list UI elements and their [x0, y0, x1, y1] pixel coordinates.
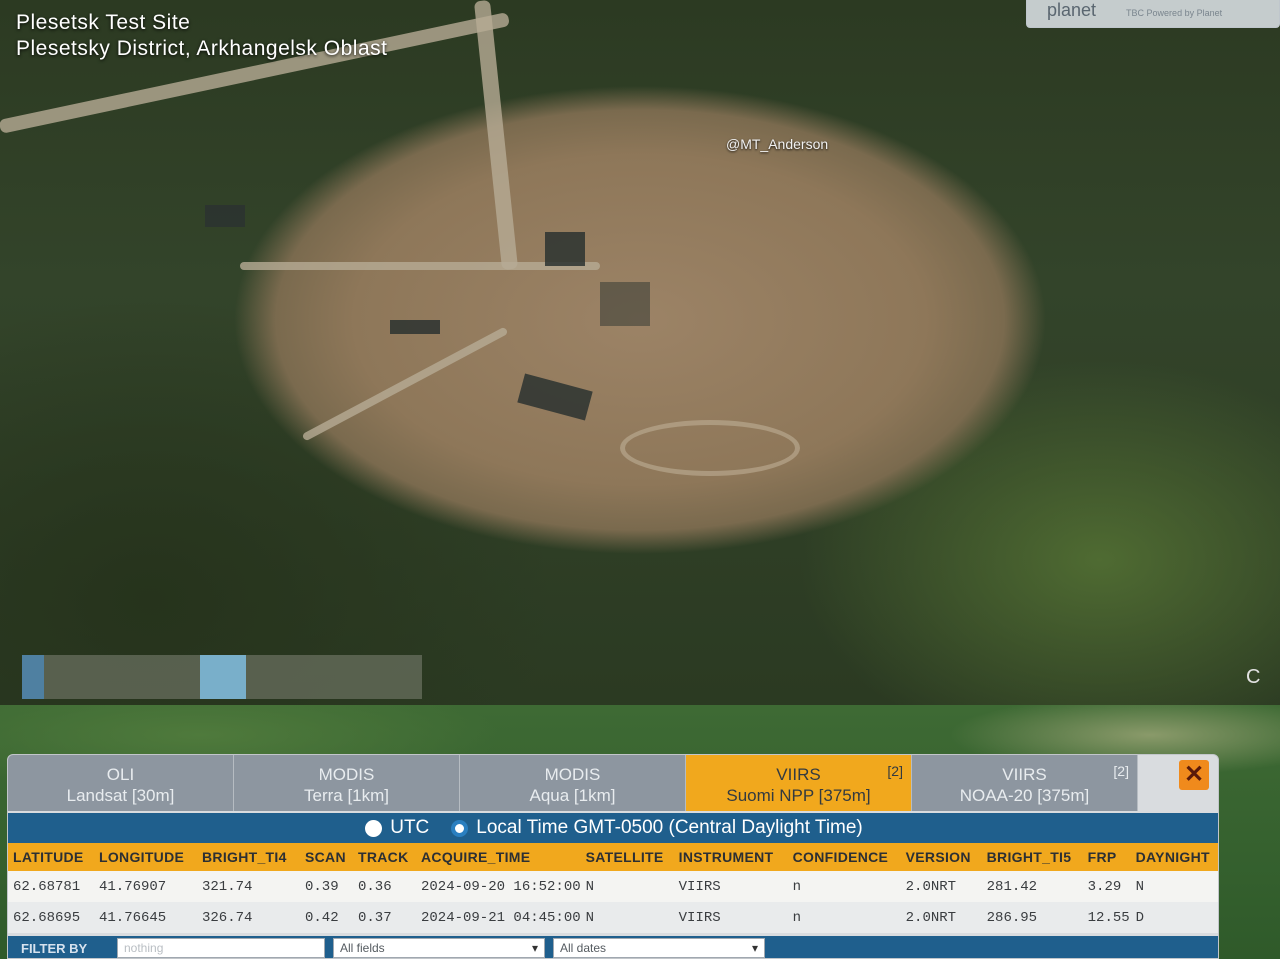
cell-version: 2.0NRT: [900, 902, 982, 933]
filter-label: FILTER BY: [21, 940, 88, 956]
brand-watermark: planet TBC Powered by Planet: [1026, 0, 1280, 28]
tab-subtitle: Suomi NPP [375m]: [726, 786, 871, 805]
fields-select-value: All fields: [340, 941, 385, 955]
tab-subtitle: Aqua [1km]: [529, 786, 616, 805]
brand-name: planet: [1047, 0, 1097, 20]
tab-modis-aqua[interactable]: MODIS Aqua [1km]: [460, 755, 686, 811]
tab-viirs-noaa-20[interactable]: [2] VIIRS NOAA-20 [375m]: [912, 755, 1138, 811]
cell-acquire-time: 2024-09-21 04:45:00: [416, 902, 581, 933]
column-header[interactable]: DAYNIGHT: [1130, 843, 1218, 871]
cell-confidence: n: [787, 902, 901, 933]
utc-label[interactable]: UTC: [390, 817, 429, 839]
tab-modis-terra[interactable]: MODIS Terra [1km]: [234, 755, 460, 811]
local-time-label[interactable]: Local Time GMT-0500 (Central Daylight Ti…: [476, 817, 862, 839]
column-header[interactable]: VERSION: [900, 843, 982, 871]
result-count-badge: [2]: [1113, 763, 1129, 779]
cell-confidence: n: [787, 871, 901, 902]
dirt-road: [301, 326, 509, 442]
cell-satellite: N: [580, 871, 674, 902]
tab-oli-landsat[interactable]: OLI Landsat [30m]: [8, 755, 234, 811]
column-header[interactable]: INSTRUMENT: [673, 843, 788, 871]
cell-acquire-time: 2024-09-20 16:52:00: [416, 871, 581, 902]
cell-longitude: 41.76645: [94, 902, 197, 933]
cell-longitude: 41.76907: [94, 871, 197, 902]
table-header-row: LATITUDE LONGITUDE BRIGHT_TI4 SCAN TRACK…: [8, 843, 1218, 871]
column-header[interactable]: SATELLITE: [580, 843, 674, 871]
cell-daynight: D: [1130, 902, 1218, 933]
fire-data-table: LATITUDE LONGITUDE BRIGHT_TI4 SCAN TRACK…: [8, 843, 1218, 933]
satellite-image[interactable]: Plesetsk Test Site Plesetsky District, A…: [0, 0, 1280, 705]
tab-title: VIIRS: [1002, 765, 1047, 784]
column-header[interactable]: FRP: [1082, 843, 1131, 871]
cell-scan: 0.39: [300, 871, 353, 902]
filter-input[interactable]: nothing: [117, 938, 325, 958]
structure: [600, 282, 650, 326]
structure: [517, 373, 593, 421]
cell-frp: 3.29: [1082, 871, 1131, 902]
location-title: Plesetsk Test Site: [16, 11, 191, 34]
filter-bar: FILTER BY nothing All fields ▾ All dates…: [8, 936, 1218, 958]
location-subtitle: Plesetsky District, Arkhangelsk Oblast: [16, 37, 388, 60]
column-header[interactable]: LATITUDE: [8, 843, 94, 871]
fields-select[interactable]: All fields ▾: [333, 938, 545, 958]
utc-radio[interactable]: [365, 819, 383, 837]
tab-title: MODIS: [544, 765, 601, 784]
tab-title: VIIRS: [776, 765, 821, 784]
app-root: Plesetsk Test Site Plesetsky District, A…: [0, 0, 1280, 959]
column-header[interactable]: LONGITUDE: [94, 843, 197, 871]
column-header[interactable]: BRIGHT_TI5: [981, 843, 1083, 871]
tab-title: OLI: [106, 765, 135, 784]
cell-track: 0.37: [353, 902, 416, 933]
cell-daynight: N: [1130, 871, 1218, 902]
location-title-block: Plesetsk Test Site Plesetsky District, A…: [16, 10, 387, 62]
dates-select-value: All dates: [560, 941, 607, 955]
tab-subtitle: Terra [1km]: [303, 786, 390, 805]
redacted-block: [200, 655, 246, 699]
cell-latitude: 62.68695: [8, 902, 94, 933]
cell-frp: 12.55: [1082, 902, 1131, 933]
tab-subtitle: Landsat [30m]: [66, 786, 175, 805]
structure: [545, 232, 585, 266]
close-icon: ✕: [1183, 761, 1205, 788]
chevron-down-icon: ▾: [751, 941, 758, 955]
timezone-selector: UTC Local Time GMT-0500 (Central Dayligh…: [8, 813, 1218, 843]
structure: [205, 205, 245, 227]
cell-bright-ti4: 321.74: [197, 871, 300, 902]
cell-bright-ti5: 286.95: [981, 902, 1083, 933]
cell-satellite: N: [580, 902, 674, 933]
column-header[interactable]: ACQUIRE_TIME: [416, 843, 581, 871]
brand-subtitle: TBC Powered by Planet: [1126, 8, 1223, 18]
cell-version: 2.0NRT: [900, 871, 982, 902]
table-row[interactable]: 62.68695 41.76645 326.74 0.42 0.37 2024-…: [8, 902, 1218, 933]
dates-select[interactable]: All dates ▾: [553, 938, 765, 958]
curved-track: [620, 420, 800, 476]
structure: [390, 320, 440, 334]
image-credit: @MT_Anderson: [726, 136, 829, 152]
column-header[interactable]: CONFIDENCE: [787, 843, 901, 871]
result-count-badge: [2]: [887, 763, 903, 779]
tab-title: MODIS: [318, 765, 375, 784]
cell-instrument: VIIRS: [673, 902, 788, 933]
dirt-road: [473, 0, 519, 271]
chevron-down-icon: ▾: [531, 941, 538, 955]
fire-data-panel: OLI Landsat [30m] MODIS Terra [1km] MODI…: [7, 754, 1219, 959]
cell-bright-ti5: 281.42: [981, 871, 1083, 902]
column-header[interactable]: TRACK: [353, 843, 416, 871]
cell-bright-ti4: 326.74: [197, 902, 300, 933]
cell-scan: 0.42: [300, 902, 353, 933]
cell-instrument: VIIRS: [673, 871, 788, 902]
cell-latitude: 62.68781: [8, 871, 94, 902]
local-time-radio[interactable]: [451, 819, 469, 837]
column-header[interactable]: BRIGHT_TI4: [197, 843, 300, 871]
redacted-block: [22, 655, 44, 699]
table-row[interactable]: 62.68781 41.76907 321.74 0.39 0.36 2024-…: [8, 871, 1218, 902]
close-panel-button[interactable]: ✕: [1179, 760, 1209, 790]
tab-subtitle: NOAA-20 [375m]: [959, 786, 1090, 805]
tab-viirs-suomi-npp[interactable]: [2] VIIRS Suomi NPP [375m]: [686, 755, 912, 811]
corner-mark: C: [1246, 666, 1261, 688]
cell-track: 0.36: [353, 871, 416, 902]
column-header[interactable]: SCAN: [300, 843, 353, 871]
sensor-tabs: OLI Landsat [30m] MODIS Terra [1km] MODI…: [8, 755, 1218, 813]
